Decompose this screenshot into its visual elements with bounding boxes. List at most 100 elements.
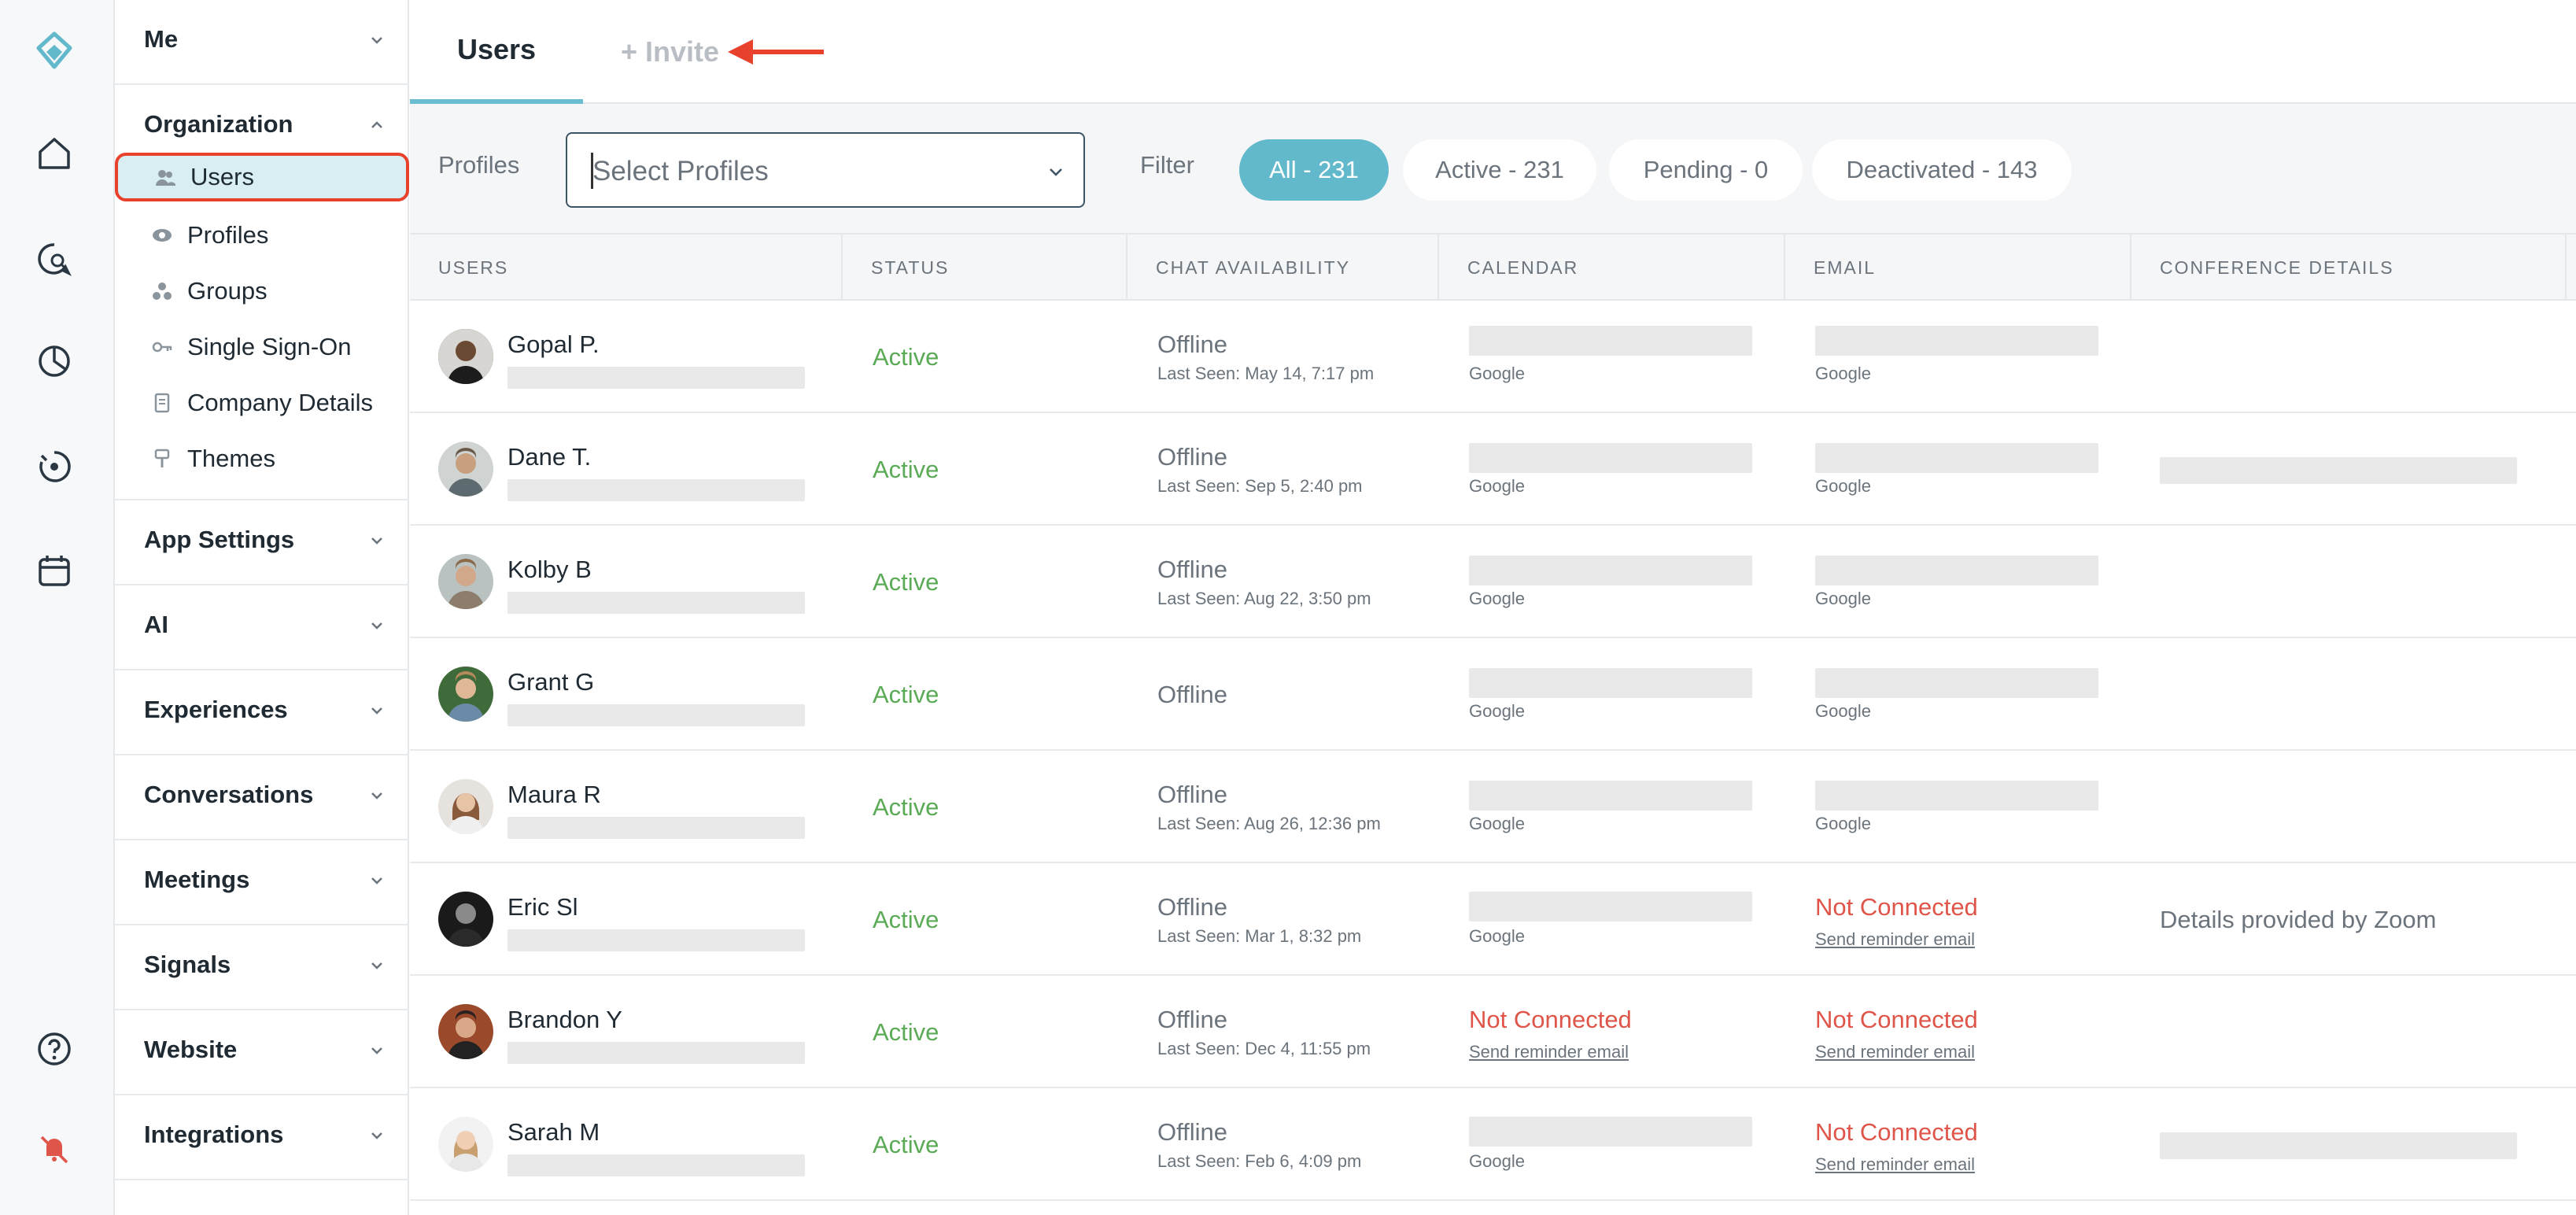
sidebar-section-me[interactable]: Me — [115, 0, 409, 85]
table-row[interactable]: Sarah M Active Offline Last Seen: Feb 6,… — [410, 1088, 2576, 1201]
chat-availability: Offline — [1157, 681, 1228, 708]
sidebar-item-single-sign-on[interactable]: Single Sign-On — [143, 323, 404, 371]
column-header-email[interactable]: EMAIL — [1785, 235, 2131, 301]
table-row[interactable]: Kolby B Active Offline Last Seen: Aug 22… — [410, 526, 2576, 638]
table-row[interactable]: Grant G Active Offline Google Google — [410, 638, 2576, 751]
sidebar-section-organization: Organization Users Profiles Groups Singl… — [115, 85, 409, 500]
chevron-down-icon — [371, 962, 382, 969]
sidebar-item-themes[interactable]: Themes — [143, 434, 404, 483]
filter-pill-pending[interactable]: Pending - 0 — [1609, 139, 1803, 201]
chevron-down-icon — [371, 537, 382, 545]
tab-users[interactable]: Users — [410, 0, 583, 104]
last-seen: Last Seen: Aug 26, 12:36 pm — [1157, 814, 1381, 833]
column-header-calendar[interactable]: CALENDAR — [1439, 235, 1785, 301]
sidebar-item-label: Single Sign-On — [187, 333, 352, 360]
redacted-email-account — [1815, 443, 2098, 473]
chevron-down-icon — [1050, 168, 1062, 176]
redacted-email-account — [1815, 556, 2098, 585]
calendar-provider: Google — [1469, 701, 1525, 721]
sidebar-section-signals[interactable]: Signals — [115, 925, 409, 1010]
key-icon — [151, 336, 173, 358]
user-name[interactable]: Brandon Y — [507, 1006, 622, 1034]
notifications-muted-icon[interactable] — [30, 1124, 79, 1173]
sidebar-section-integrations[interactable]: Integrations — [115, 1095, 409, 1180]
table-row[interactable]: Maura R Active Offline Last Seen: Aug 26… — [410, 751, 2576, 863]
home-icon[interactable] — [30, 129, 79, 178]
sidebar-item-profiles[interactable]: Profiles — [143, 211, 404, 260]
chat-availability: Offline — [1157, 331, 1228, 358]
chevron-up-icon[interactable] — [368, 116, 386, 134]
sidebar-section-ai[interactable]: AI — [115, 585, 409, 670]
user-name[interactable]: Sarah M — [507, 1118, 600, 1147]
table-row[interactable]: Eric Sl Active Offline Last Seen: Mar 1,… — [410, 863, 2576, 976]
send-reminder-email-link[interactable]: Send reminder email — [1815, 929, 1975, 950]
sidebar-item-users[interactable]: Users — [115, 153, 409, 201]
send-reminder-email-link[interactable]: Send reminder email — [1469, 1042, 1629, 1062]
calendar-provider: Google — [1469, 814, 1525, 833]
redacted-email — [507, 817, 805, 839]
last-seen: Last Seen: Feb 6, 4:09 pm — [1157, 1151, 1362, 1171]
analytics-pie-icon[interactable] — [30, 337, 79, 386]
redacted-calendar — [1469, 326, 1752, 356]
sidebar-section-title: AI — [144, 611, 168, 638]
user-name[interactable]: Eric Sl — [507, 893, 578, 921]
user-name[interactable]: Kolby B — [507, 556, 592, 584]
column-header-users[interactable]: USERS — [410, 235, 843, 301]
sidebar-section-app-settings[interactable]: App Settings — [115, 500, 409, 585]
help-icon[interactable] — [30, 1025, 79, 1073]
sidebar-item-label: Company Details — [187, 389, 374, 416]
sidebar-item-groups[interactable]: Groups — [143, 267, 404, 316]
status-badge: Active — [873, 681, 939, 708]
chat-availability: Offline — [1157, 556, 1228, 583]
paint-icon — [151, 448, 173, 470]
email-provider: Google — [1815, 814, 1871, 833]
sidebar-section-title: Integrations — [144, 1121, 284, 1148]
tab-invite[interactable]: + Invite — [621, 0, 719, 104]
calendar-icon[interactable] — [30, 546, 79, 595]
sidebar-section-meetings[interactable]: Meetings — [115, 840, 409, 925]
table-row[interactable]: Brandon Y Active Offline Last Seen: Dec … — [410, 976, 2576, 1088]
filter-pill-active[interactable]: Active - 231 — [1403, 139, 1596, 201]
chat-search-icon[interactable] — [30, 235, 79, 283]
chevron-down-icon — [371, 1047, 382, 1054]
email-provider: Google — [1815, 701, 1871, 721]
table-row[interactable]: Gopal P. Active Offline Last Seen: May 1… — [410, 301, 2576, 413]
user-name[interactable]: Dane T. — [507, 443, 591, 471]
chat-availability: Offline — [1157, 1006, 1228, 1033]
sidebar-section-conversations[interactable]: Conversations — [115, 755, 409, 840]
calendar-provider: Google — [1469, 1151, 1525, 1171]
email-not-connected: Not Connected — [1815, 1118, 1978, 1146]
sidebar-section-experiences[interactable]: Experiences — [115, 670, 409, 755]
user-name[interactable]: Gopal P. — [507, 331, 600, 359]
conference-details: Details provided by Zoom — [2160, 906, 2437, 933]
calendar-provider: Google — [1469, 926, 1525, 946]
filter-pill-all[interactable]: All - 231 — [1239, 139, 1389, 201]
top-tabs: Users + Invite — [410, 0, 2576, 104]
column-header-status[interactable]: STATUS — [843, 235, 1127, 301]
user-name[interactable]: Grant G — [507, 668, 594, 696]
send-reminder-email-link[interactable]: Send reminder email — [1815, 1042, 1975, 1062]
user-name[interactable]: Maura R — [507, 781, 601, 809]
sidebar-section-title[interactable]: Organization — [144, 110, 293, 138]
redacted-calendar — [1469, 443, 1752, 473]
signals-icon[interactable] — [30, 442, 79, 491]
sidebar-item-company-details[interactable]: Company Details — [143, 379, 404, 427]
chevron-down-icon — [371, 792, 382, 800]
redacted-email-account — [1815, 781, 2098, 811]
avatar — [438, 667, 493, 722]
table-row[interactable]: Dane T. Active Offline Last Seen: Sep 5,… — [410, 413, 2576, 526]
avatar — [438, 1117, 493, 1172]
last-seen: Last Seen: Sep 5, 2:40 pm — [1157, 476, 1363, 496]
logo-icon[interactable] — [30, 27, 79, 76]
sidebar-section-website[interactable]: Website — [115, 1010, 409, 1095]
calendar-provider: Google — [1469, 589, 1525, 608]
column-header-chat-availability[interactable]: CHAT AVAILABILITY — [1127, 235, 1439, 301]
profiles-select[interactable]: Select Profiles — [566, 132, 1085, 208]
document-icon — [151, 392, 173, 414]
chevron-down-icon — [371, 707, 382, 715]
send-reminder-email-link[interactable]: Send reminder email — [1815, 1154, 1975, 1175]
avatar — [438, 779, 493, 834]
filter-pill-deactivated[interactable]: Deactivated - 143 — [1812, 139, 2072, 201]
column-header-conference-details[interactable]: CONFERENCE DETAILS — [2131, 235, 2567, 301]
sidebar-item-label: Profiles — [187, 221, 269, 249]
